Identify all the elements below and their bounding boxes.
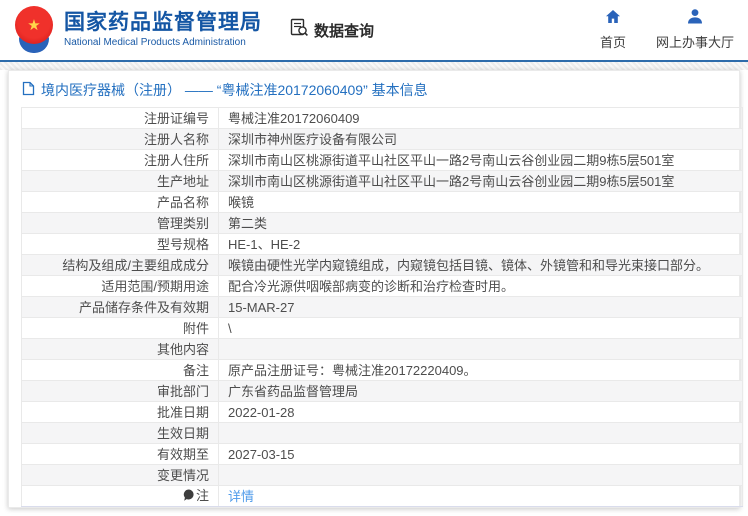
- nav-service-hall-label: 网上办事大厅: [656, 32, 734, 51]
- table-row: 生产地址深圳市南山区桃源街道平山社区平山一路2号南山云谷创业园二期9栋5层501…: [22, 171, 743, 192]
- table-row: 产品名称喉镜: [22, 192, 743, 213]
- row-label: 注: [22, 486, 219, 507]
- row-value: 喉镜由硬性光学内窥镜组成，内窥镜包括目镜、镜体、外镜管和和导光束接口部分。: [219, 255, 743, 276]
- row-label: 有效期至: [22, 444, 219, 465]
- row-label: 生效日期: [22, 423, 219, 444]
- national-emblem-icon: ★: [12, 5, 56, 55]
- row-label: 产品名称: [22, 192, 219, 213]
- nav-service-hall[interactable]: 网上办事大厅: [656, 9, 734, 51]
- site-header: ★ 国家药品监督管理局 National Medical Products Ad…: [0, 0, 748, 62]
- table-row: 备注原产品注册证号：粤械注准20172220409。: [22, 360, 743, 381]
- table-row: 附件\: [22, 318, 743, 339]
- row-value: 第二类: [219, 213, 743, 234]
- row-label: 型号规格: [22, 234, 219, 255]
- row-label: 管理类别: [22, 213, 219, 234]
- row-label: 注册人名称: [22, 129, 219, 150]
- row-label: 适用范围/预期用途: [22, 276, 219, 297]
- table-row: 结构及组成/主要组成成分喉镜由硬性光学内窥镜组成，内窥镜包括目镜、镜体、外镜管和…: [22, 255, 743, 276]
- home-icon: [605, 9, 621, 29]
- table-row: 其他内容: [22, 339, 743, 360]
- row-label: 审批部门: [22, 381, 219, 402]
- row-value: 喉镜: [219, 192, 743, 213]
- info-table-body: 注册证编号粤械注准20172060409注册人名称深圳市神州医疗设备有限公司注册…: [22, 108, 743, 507]
- table-row: 注册人住所深圳市南山区桃源街道平山社区平山一路2号南山云谷创业园二期9栋5层50…: [22, 150, 743, 171]
- table-row: 有效期至2027-03-15: [22, 444, 743, 465]
- data-query-label: 数据查询: [314, 20, 374, 41]
- row-value: 深圳市神州医疗设备有限公司: [219, 129, 743, 150]
- page-doc-icon: [22, 81, 35, 99]
- table-row: 适用范围/预期用途配合冷光源供咽喉部病变的诊断和治疗检查时用。: [22, 276, 743, 297]
- row-value: 2022-01-28: [219, 402, 743, 423]
- table-row: 注册人名称深圳市神州医疗设备有限公司: [22, 129, 743, 150]
- row-value: 15-MAR-27: [219, 297, 743, 318]
- row-value: 粤械注准20172060409: [219, 108, 743, 129]
- row-label: 变更情况: [22, 465, 219, 486]
- nmpa-logo: ★ 国家药品监督管理局 National Medical Products Ad…: [12, 5, 262, 55]
- table-row: 产品储存条件及有效期15-MAR-27: [22, 297, 743, 318]
- table-row: 管理类别第二类: [22, 213, 743, 234]
- row-label: 其他内容: [22, 339, 219, 360]
- row-value: [219, 423, 743, 444]
- row-label: 注册证编号: [22, 108, 219, 129]
- row-label: 结构及组成/主要组成成分: [22, 255, 219, 276]
- content-card: 境内医疗器械（注册） —— “粤械注准20172060409” 基本信息 注册证…: [8, 70, 740, 508]
- detail-link[interactable]: 详情: [228, 489, 254, 504]
- table-row: 生效日期: [22, 423, 743, 444]
- table-row: 变更情况: [22, 465, 743, 486]
- row-value: 广东省药品监督管理局: [219, 381, 743, 402]
- registration-info-table: 注册证编号粤械注准20172060409注册人名称深圳市神州医疗设备有限公司注册…: [21, 107, 743, 507]
- nav-home-label: 首页: [600, 32, 626, 51]
- row-value: [219, 339, 743, 360]
- row-label: 产品储存条件及有效期: [22, 297, 219, 318]
- person-icon: [687, 9, 703, 29]
- row-value: 深圳市南山区桃源街道平山社区平山一路2号南山云谷创业园二期9栋5层501室: [219, 150, 743, 171]
- header-right-nav: 首页 网上办事大厅: [600, 9, 734, 51]
- row-value: 深圳市南山区桃源街道平山社区平山一路2号南山云谷创业园二期9栋5层501室: [219, 171, 743, 192]
- table-row: 审批部门广东省药品监督管理局: [22, 381, 743, 402]
- table-row: 注详情: [22, 486, 743, 507]
- row-label: 附件: [22, 318, 219, 339]
- texture-divider: [0, 62, 748, 70]
- nav-home[interactable]: 首页: [600, 9, 626, 51]
- row-value: 原产品注册证号：粤械注准20172220409。: [219, 360, 743, 381]
- page-title-bar: 境内医疗器械（注册） —— “粤械注准20172060409” 基本信息: [9, 71, 739, 107]
- note-balloon-icon: [183, 487, 194, 506]
- table-row: 注册证编号粤械注准20172060409: [22, 108, 743, 129]
- row-label: 批准日期: [22, 402, 219, 423]
- site-subtitle: National Medical Products Administration: [64, 37, 262, 49]
- row-value: [219, 465, 743, 486]
- site-title: 国家药品监督管理局: [64, 11, 262, 35]
- page-title: 境内医疗器械（注册） —— “粤械注准20172060409” 基本信息: [41, 80, 428, 100]
- row-value: 详情: [219, 486, 743, 507]
- row-label: 生产地址: [22, 171, 219, 192]
- row-value: 2027-03-15: [219, 444, 743, 465]
- row-value: \: [219, 318, 743, 339]
- table-row: 批准日期2022-01-28: [22, 402, 743, 423]
- row-value: 配合冷光源供咽喉部病变的诊断和治疗检查时用。: [219, 276, 743, 297]
- doc-search-icon: [290, 18, 309, 42]
- row-value: HE-1、HE-2: [219, 234, 743, 255]
- row-label: 注册人住所: [22, 150, 219, 171]
- table-row: 型号规格HE-1、HE-2: [22, 234, 743, 255]
- row-label: 备注: [22, 360, 219, 381]
- data-query-nav[interactable]: 数据查询: [290, 18, 374, 42]
